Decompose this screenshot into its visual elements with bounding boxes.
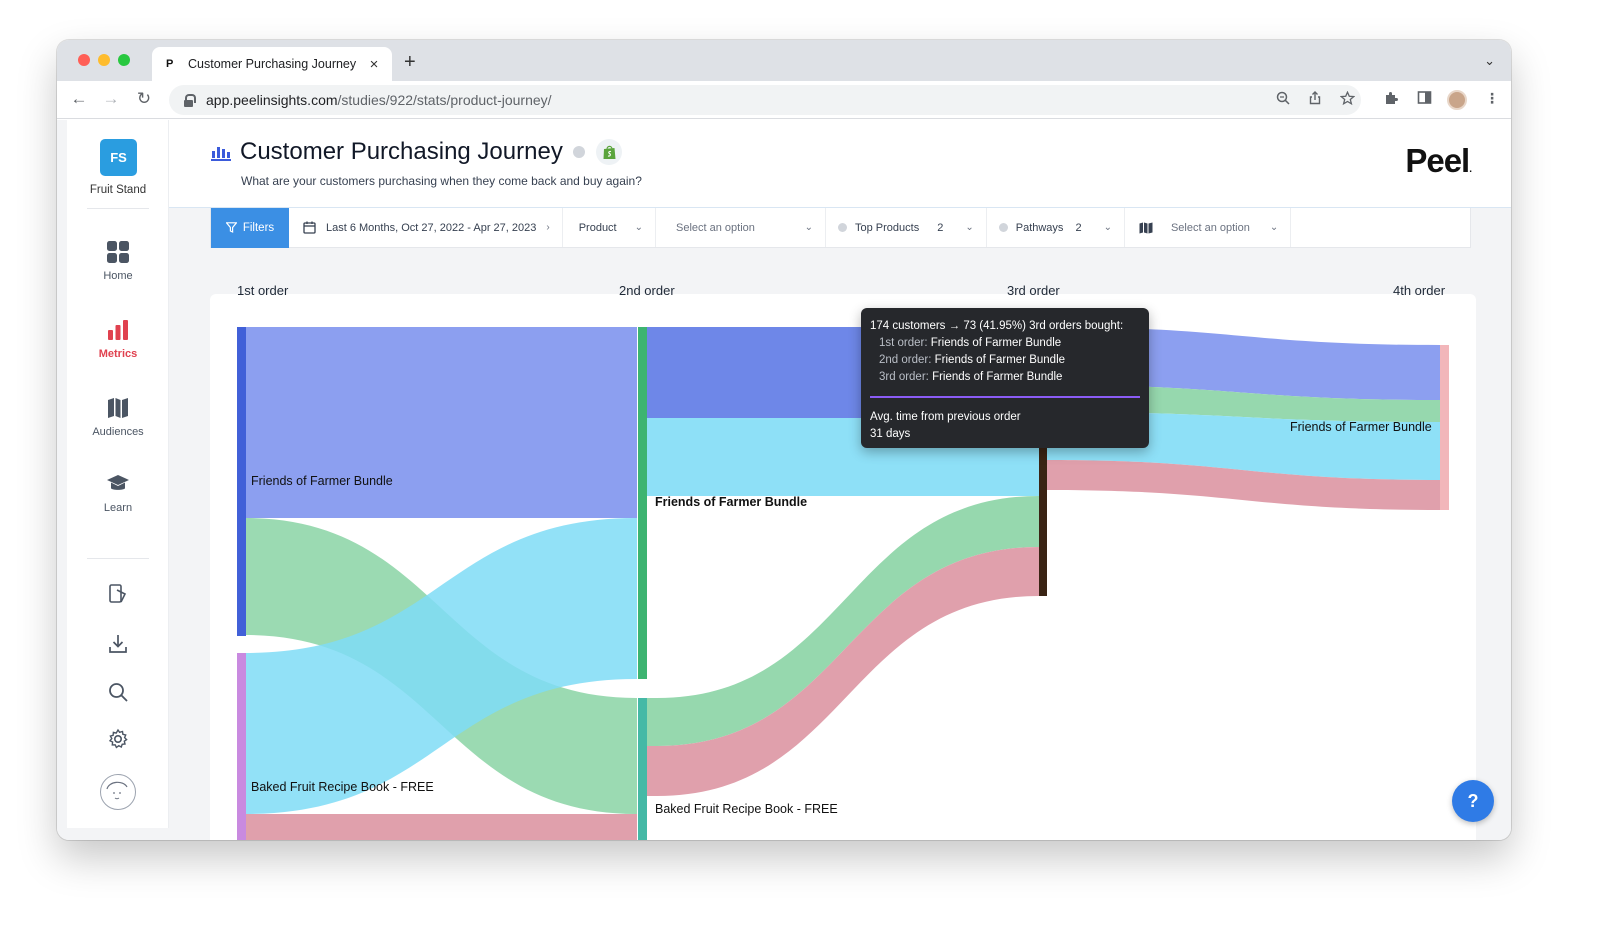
sankey-diagram [237,327,1449,840]
node-o2-baked[interactable] [638,698,647,840]
node-o1-baked[interactable] [237,653,246,840]
node-label-o2-friends: Friends of Farmer Bundle [655,495,808,509]
tooltip-order3: 3rd order: Friends of Farmer Bundle [870,369,1140,386]
tooltip-divider [870,396,1140,398]
help-button[interactable]: ? [1452,780,1494,822]
tooltip-headline: 174 customers → 73 (41.95%) 3rd orders b… [870,320,1124,332]
tooltip-value: Friends of Farmer Bundle [934,354,1066,366]
sankey-tooltip: 174 customers → 73 (41.95%) 3rd orders b… [861,308,1149,448]
node-o2-friends[interactable] [638,327,647,679]
node-label-o1-baked: Baked Fruit Recipe Book - FREE [251,780,434,794]
node-o1-friends[interactable] [237,327,246,636]
tooltip-avg-value: 31 days [870,428,911,440]
tooltip-key: 3rd order: [879,371,929,383]
link-o1-pink-to-o2[interactable] [245,814,637,840]
node-label-o4-friends: Friends of Farmer Bundle [1290,420,1432,434]
link-o1-friends-to-o2-friends[interactable] [245,327,637,518]
link-o2-baked-to-o3-pink[interactable] [647,547,1039,796]
tooltip-avg-label: Avg. time from previous order [870,411,1021,423]
tooltip-order2: 2nd order: Friends of Farmer Bundle [870,352,1140,369]
tooltip-key: 1st order: [879,337,928,349]
link-o2-baked-to-o3-green[interactable] [647,496,1039,746]
tooltip-value: Friends of Farmer Bundle [930,337,1062,349]
tooltip-value: Friends of Farmer Bundle [932,371,1063,383]
tooltip-order1: 1st order: Friends of Farmer Bundle [870,335,1140,352]
node-label-o2-baked: Baked Fruit Recipe Book - FREE [655,802,838,816]
node-o4-friends[interactable] [1440,345,1449,510]
tooltip-key: 2nd order: [879,354,932,366]
node-label-o1-friends: Friends of Farmer Bundle [251,474,393,488]
browser-window: P Customer Purchasing Journey × + ⌄ ← → … [57,40,1511,840]
